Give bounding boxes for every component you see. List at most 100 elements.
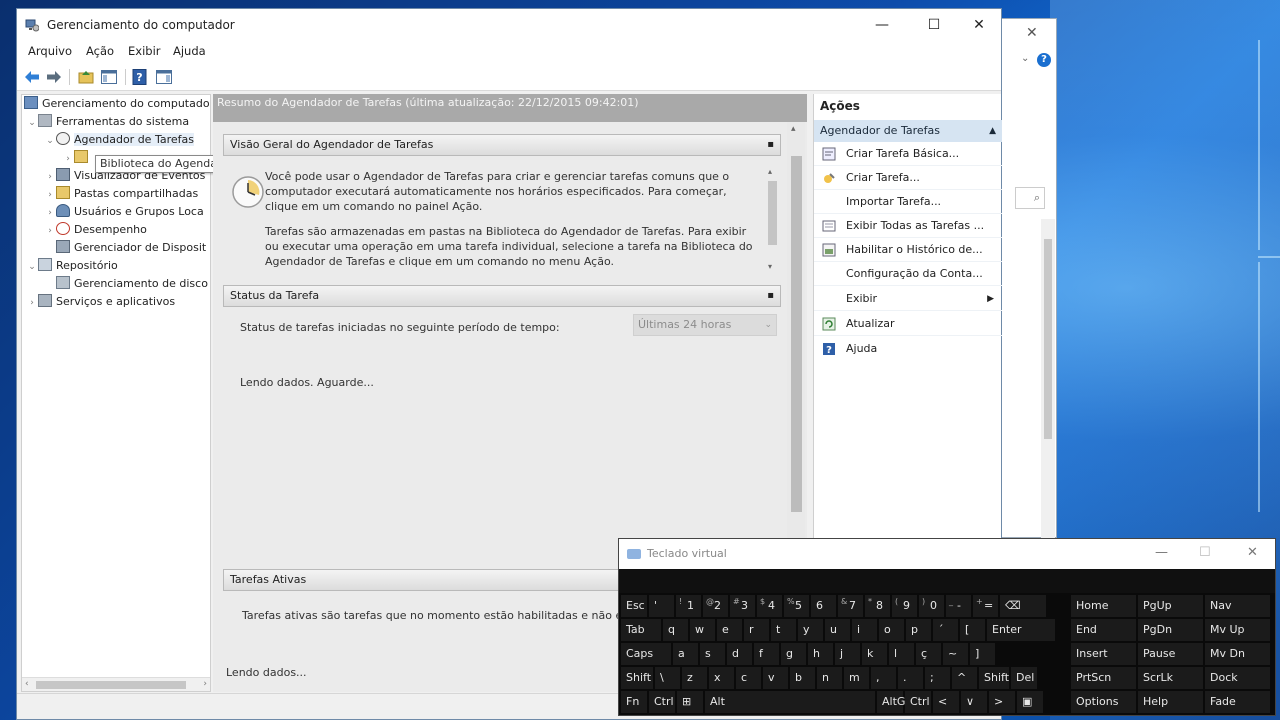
scroll-thumb[interactable] [791,156,802,512]
tree-item-storage[interactable]: ⌄ Repositório [26,257,118,275]
overview-section-header[interactable]: Visão Geral do Agendador de Tarefas ▪ [223,134,781,156]
show-hide-tree-icon[interactable] [100,68,118,86]
collapse-icon[interactable]: ▪ [767,135,774,155]
key-a[interactable]: a [673,643,698,665]
chevron-right-icon[interactable]: › [44,222,56,240]
key-pause[interactable]: Pause [1138,643,1203,665]
key-k[interactable]: k [862,643,887,665]
collapse-up-icon[interactable]: ▲ [989,120,996,142]
key-s[interactable]: s [700,643,725,665]
key-5[interactable]: % 5 [784,595,809,617]
minimize-button[interactable]: — [867,15,897,35]
key-f[interactable]: f [754,643,779,665]
key-pgdn[interactable]: PgDn [1138,619,1203,641]
key-insert[interactable]: Insert [1071,643,1136,665]
scroll-up-icon[interactable]: ▴ [791,124,796,134]
chevron-down-icon[interactable]: ⌄ [44,132,56,150]
key-home[interactable]: Home [1071,595,1136,617]
key-b[interactable]: b [790,667,815,689]
key-dock[interactable]: Dock [1205,667,1270,689]
scrollbar[interactable] [1041,219,1055,539]
key-1[interactable]: ! 1 [676,595,701,617]
menu-exibir[interactable]: Exibir [128,44,161,58]
key-i[interactable]: i [852,619,877,641]
key-q[interactable]: q [663,619,688,641]
close-icon[interactable]: ✕ [1026,25,1038,41]
key-symbol[interactable]: ~ [943,643,968,665]
tree-item-system-tools[interactable]: ⌄ Ferramentas do sistema [26,113,189,131]
tree-item-disk-management[interactable]: Gerenciamento de disco [44,275,208,293]
key-v[interactable]: v [763,667,788,689]
key-mvup[interactable]: Mv Up [1205,619,1270,641]
chevron-down-icon[interactable]: ⌄ [26,258,38,276]
help-icon[interactable]: ? [131,68,149,86]
key-caps[interactable]: Caps [621,643,671,665]
close-button[interactable]: ✕ [1247,545,1258,560]
tree-item-task-scheduler[interactable]: ⌄ Agendador de Tarefas [44,131,194,149]
key-fn[interactable]: Fn [621,691,647,713]
key-symbol[interactable]: ´ [933,619,958,641]
title-bar[interactable]: Gerenciamento do computador — ☐ ✕ [17,9,1001,41]
chevron-right-icon[interactable]: › [44,204,56,222]
search-icon[interactable]: ⌕ [1015,187,1045,209]
action-help[interactable]: ? Ajuda [814,337,1002,361]
key-2[interactable]: @2 [703,595,728,617]
tree-item-performance[interactable]: › Desempenho [44,221,147,239]
key-0[interactable]: ) 0 [919,595,944,617]
chevron-down-icon[interactable]: ⌄ [1021,53,1029,64]
task-status-section-header[interactable]: Status da Tarefa ▪ [223,285,781,307]
key-del[interactable]: Del [1011,667,1037,689]
key-e[interactable]: e [717,619,742,641]
key-c[interactable]: c [736,667,761,689]
chevron-right-icon[interactable]: › [62,150,74,168]
keyboard-title-bar[interactable]: Teclado virtual — ☐ ✕ [619,539,1275,569]
status-period-select[interactable]: Últimas 24 horas ⌄ [633,314,777,336]
key-3[interactable]: #3 [730,595,755,617]
key-symbol[interactable]: + = [973,595,998,617]
chevron-right-icon[interactable]: › [26,294,38,312]
key-shift[interactable]: Shift [979,667,1009,689]
maximize-button[interactable]: ☐ [919,15,949,35]
key-u[interactable]: u [825,619,850,641]
show-hide-action-pane-icon[interactable] [155,68,173,86]
key-symbol[interactable]: . [898,667,923,689]
key-g[interactable]: g [781,643,806,665]
action-create-task[interactable]: Criar Tarefa... [814,166,1002,190]
key-prtscn[interactable]: PrtScn [1071,667,1136,689]
key-symbol[interactable]: \ [655,667,680,689]
maximize-button[interactable]: ☐ [1199,545,1211,560]
key-7[interactable]: & 7 [838,595,863,617]
key-z[interactable]: z [682,667,707,689]
key-symbol[interactable]: , [871,667,896,689]
collapse-icon[interactable]: ▪ [767,286,774,306]
tree-item-device-manager[interactable]: Gerenciador de Disposit [44,239,206,257]
key-ctrl[interactable]: Ctrl [905,691,931,713]
key-l[interactable]: l [889,643,914,665]
key-symbol[interactable]: ∨ [961,691,987,713]
key-d[interactable]: d [727,643,752,665]
tree-item-task-library[interactable]: › [62,149,92,167]
key-6[interactable]: 6 [811,595,836,617]
action-create-basic-task[interactable]: Criar Tarefa Básica... [814,142,1002,166]
minimize-button[interactable]: — [1155,545,1168,560]
tree-item-root[interactable]: Gerenciamento do computador [24,95,210,113]
tree-horizontal-scrollbar[interactable]: ‹ › [22,677,210,691]
tree-item-shared-folders[interactable]: › Pastas compartilhadas [44,185,198,203]
tree-item-services-apps[interactable]: › Serviços e aplicativos [26,293,175,311]
key-enter[interactable]: Enter [987,619,1055,641]
key-symbol[interactable]: ^ [952,667,977,689]
action-view[interactable]: Exibir ▶ [814,287,1002,311]
key-shift[interactable]: Shift [621,667,653,689]
key-8[interactable]: * 8 [865,595,890,617]
key-9[interactable]: (9 [892,595,917,617]
key-y[interactable]: y [798,619,823,641]
key-4[interactable]: $4 [757,595,782,617]
key-tab[interactable]: Tab [621,619,661,641]
key-symbol[interactable]: ⊞ [677,691,703,713]
key-t[interactable]: t [771,619,796,641]
forward-arrow-icon[interactable] [45,68,63,86]
up-folder-icon[interactable] [77,68,95,86]
help-icon[interactable]: ? [1037,53,1051,67]
key-symbol[interactable]: < [933,691,959,713]
chevron-right-icon[interactable]: › [44,168,56,186]
